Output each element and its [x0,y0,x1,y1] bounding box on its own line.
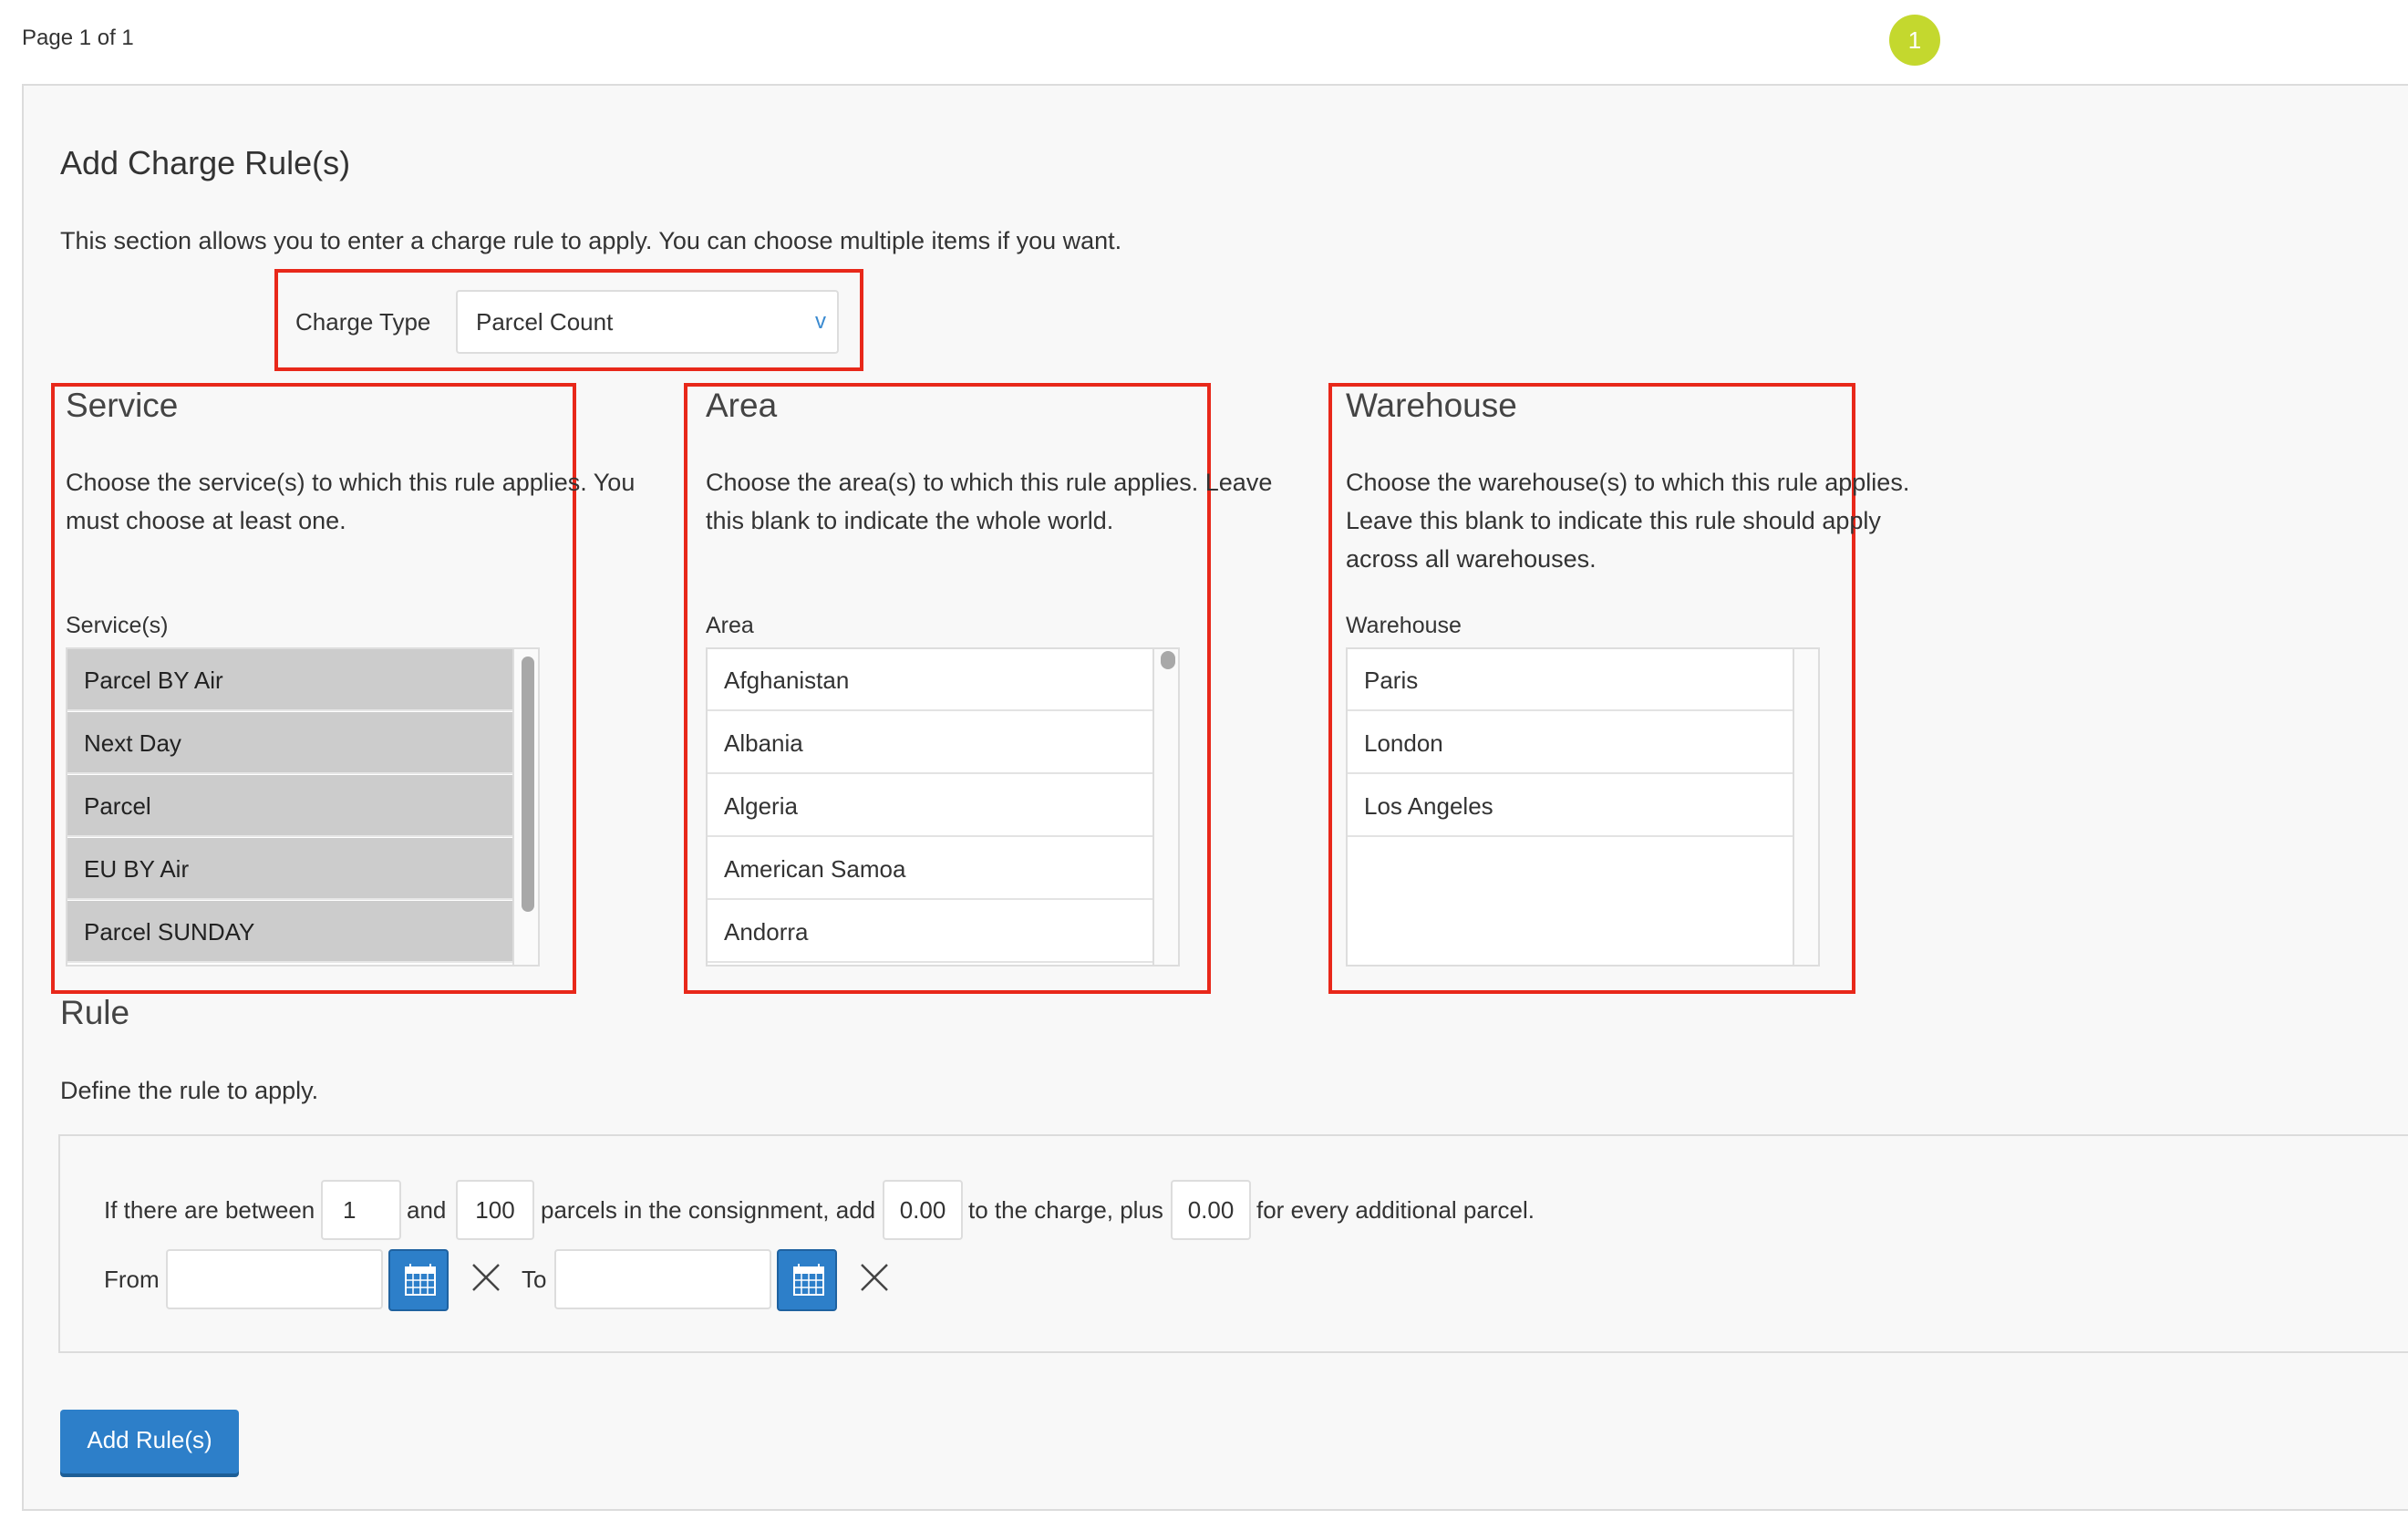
area-listbox[interactable]: Afghanistan Albania Algeria American Sam… [706,647,1180,967]
rule-description: Define the rule to apply. [60,1077,319,1104]
charge-type-value: Parcel Count [476,308,614,336]
calendar-icon [405,1264,436,1296]
area-description-line2: this blank to indicate the whole world. [706,507,1114,534]
rule-text-charge: to the charge, plus [968,1196,1163,1224]
clear-from-date-button[interactable] [470,1262,501,1299]
warehouse-heading: Warehouse [1346,387,1517,424]
warehouse-option[interactable]: London [1348,712,1793,774]
area-option[interactable]: Andorra [708,901,1152,963]
additional-amount-input[interactable]: 0.00 [1171,1180,1251,1240]
service-scrollbar[interactable] [512,649,538,965]
rule-text-additional: for every additional parcel. [1256,1196,1535,1224]
max-parcels-input[interactable]: 100 [456,1180,534,1240]
clear-to-date-button[interactable] [859,1262,890,1299]
close-icon [861,1264,888,1291]
service-option[interactable]: Parcel [67,775,512,837]
charge-type-select[interactable]: Parcel Count v [456,290,839,354]
warehouse-description-line2: Leave this blank to indicate this rule s… [1346,507,1881,534]
charge-type-label: Charge Type [295,308,431,336]
service-option[interactable]: Parcel SUNDAY [67,901,512,963]
area-list-label: Area [706,613,754,638]
service-option[interactable]: Parcel BY Air [67,649,512,711]
area-option[interactable]: American Samoa [708,838,1152,900]
chevron-down-icon: v [815,309,826,334]
area-heading: Area [706,387,778,424]
to-calendar-button[interactable] [777,1249,837,1311]
to-date-input[interactable] [554,1249,771,1309]
page-indicator: Page 1 of 1 [22,26,134,50]
to-label: To [522,1266,547,1293]
service-list-label: Service(s) [66,613,169,638]
area-scroll-thumb[interactable] [1161,651,1175,669]
area-option[interactable]: Albania [708,712,1152,774]
form-title: Add Charge Rule(s) [60,144,351,181]
warehouse-option[interactable]: Paris [1348,649,1793,711]
warehouse-description-line3: across all warehouses. [1346,545,1597,573]
warehouse-description-line1: Choose the warehouse(s) to which this ru… [1346,469,1910,496]
service-heading: Service [66,387,179,424]
area-scrollbar[interactable] [1152,649,1178,965]
calendar-icon [793,1264,824,1296]
rule-heading: Rule [60,994,130,1031]
service-option[interactable]: Next Day [67,712,512,774]
service-description-line2: must choose at least one. [66,507,346,534]
service-scroll-thumb[interactable] [522,656,534,912]
charge-amount-input[interactable]: 0.00 [883,1180,963,1240]
rule-text-parcels: parcels in the consignment, add [541,1196,876,1224]
warehouse-scrollbar[interactable] [1793,649,1818,965]
close-icon [472,1264,500,1291]
from-date-input[interactable] [166,1249,383,1309]
from-label: From [104,1266,160,1293]
service-listbox[interactable]: Parcel BY Air Next Day Parcel EU BY Air … [66,647,540,967]
rule-box [58,1134,2408,1353]
rule-text-and: and [407,1196,447,1224]
area-option[interactable]: Afghanistan [708,649,1152,711]
add-rules-button[interactable]: Add Rule(s) [60,1410,239,1473]
step-badge: 1 [1889,15,1940,66]
min-parcels-input[interactable]: 1 [321,1180,401,1240]
warehouse-list-label: Warehouse [1346,613,1462,638]
area-option[interactable]: Algeria [708,775,1152,837]
warehouse-listbox[interactable]: Paris London Los Angeles [1346,647,1820,967]
area-description-line1: Choose the area(s) to which this rule ap… [706,469,1273,496]
rule-text-if: If there are between [104,1196,315,1224]
form-description: This section allows you to enter a charg… [60,227,1122,254]
service-description-line1: Choose the service(s) to which this rule… [66,469,636,496]
service-option[interactable]: EU BY Air [67,838,512,900]
warehouse-option[interactable]: Los Angeles [1348,775,1793,837]
from-calendar-button[interactable] [388,1249,449,1311]
